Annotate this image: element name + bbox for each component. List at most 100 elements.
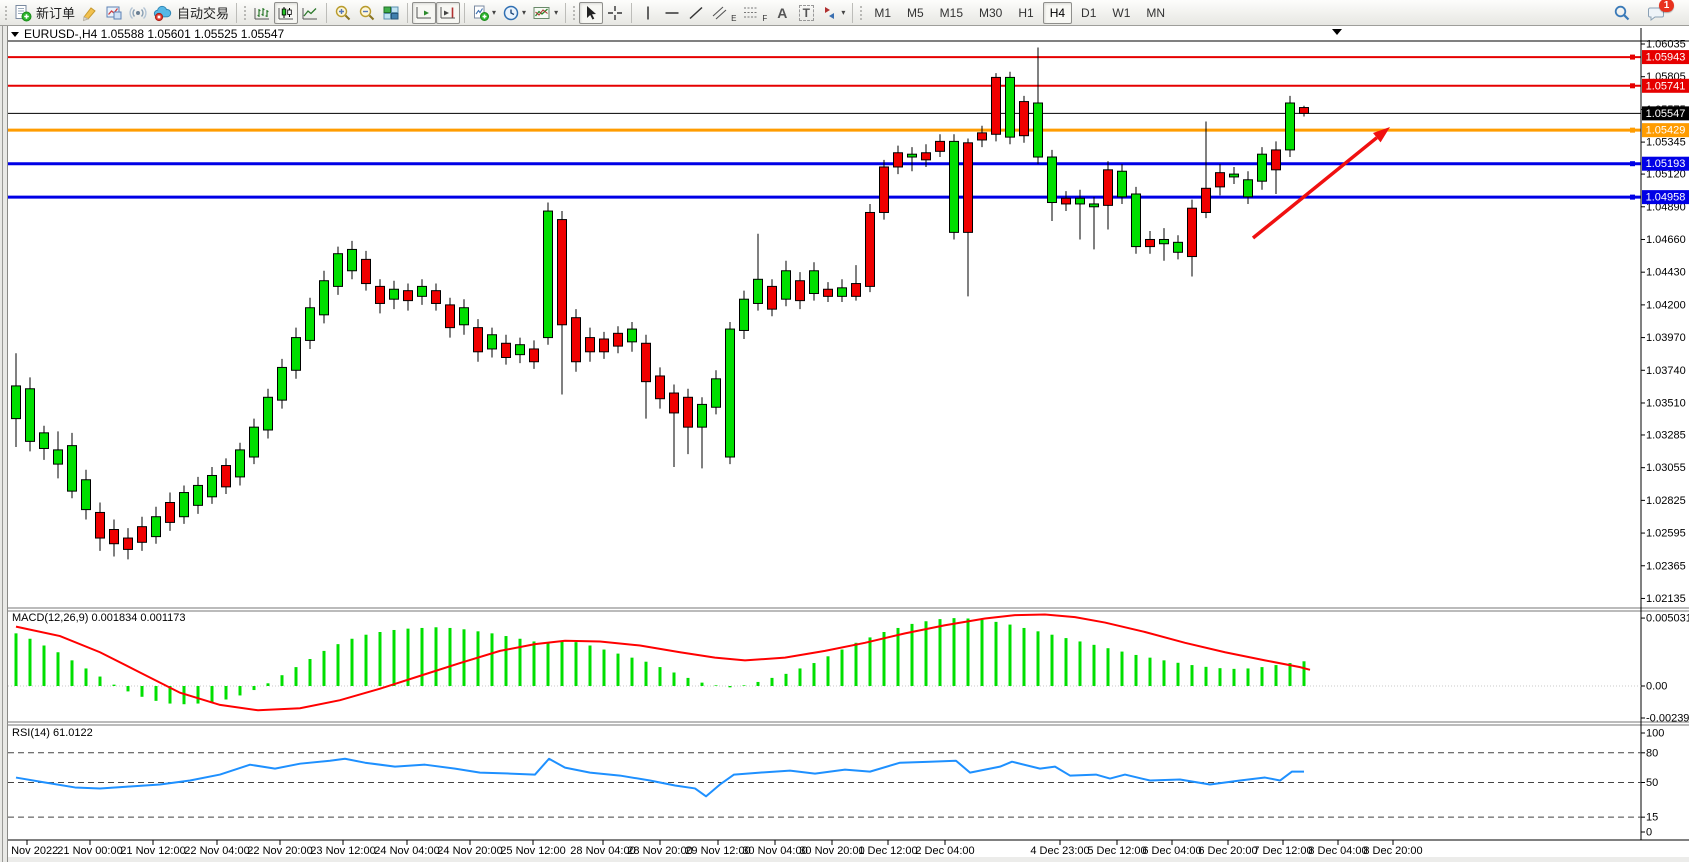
rsi-scale-label: 50 [1646, 777, 1658, 789]
line-endpoint-marker[interactable] [1630, 128, 1635, 133]
candle-body-bear [642, 343, 651, 381]
timeframe-group: M1M5M15M30H1H4D1W1MN [866, 2, 1173, 24]
auto-scroll-button[interactable] [412, 2, 436, 24]
trendline-tool-button[interactable] [684, 2, 708, 24]
candle-body-bull [208, 475, 217, 496]
timeframe-button-W1[interactable]: W1 [1105, 2, 1137, 24]
line-chart-icon [301, 4, 319, 22]
dropdown-caret: ▾ [554, 8, 558, 17]
line-endpoint-marker[interactable] [1630, 83, 1635, 88]
price-badge-label: 1.05741 [1646, 80, 1686, 92]
templates-button[interactable]: ▾ [529, 2, 561, 24]
candle-body-bear [404, 291, 413, 301]
timeframe-button-M15[interactable]: M15 [933, 2, 970, 24]
timeframe-button-M5[interactable]: M5 [900, 2, 931, 24]
bar-chart-button[interactable] [250, 2, 274, 24]
new-order-button[interactable]: 新订单 [11, 2, 78, 24]
chart-window[interactable]: 1.060351.058051.055751.053451.051201.048… [0, 0, 1689, 862]
candle-body-bull [26, 389, 35, 442]
price-badge-label: 1.05547 [1646, 108, 1686, 120]
date-label: 4 Dec 23:00 [1030, 845, 1089, 857]
horizontal-line-icon [663, 4, 681, 22]
timeframe-button-MN[interactable]: MN [1139, 2, 1172, 24]
candle-body-bull [40, 433, 49, 449]
tile-windows-icon [382, 4, 400, 22]
autotrading-icon [153, 4, 173, 22]
text-tool-button[interactable]: A [770, 2, 794, 24]
rsi-scale-label: 80 [1646, 747, 1658, 759]
crayon-tool-button[interactable] [78, 2, 102, 24]
timeframe-button-M30[interactable]: M30 [972, 2, 1009, 24]
candle-body-bull [292, 338, 301, 371]
candle-body-bull [1118, 171, 1127, 197]
toolbar-separator [236, 3, 237, 23]
price-chart-canvas[interactable]: 1.060351.058051.055751.053451.051201.048… [0, 0, 1689, 862]
toolbar-grip[interactable] [3, 4, 8, 22]
candle-body-bear [558, 220, 567, 325]
fibonacci-tool-button[interactable]: F [739, 2, 770, 24]
autotrading-button[interactable]: 自动交易 [150, 2, 232, 24]
chart-profile-button[interactable] [102, 2, 126, 24]
zoom-out-button[interactable] [355, 2, 379, 24]
new-order-icon [14, 4, 32, 22]
candle-body-bull [82, 480, 91, 510]
cursor-tool-button[interactable] [579, 2, 603, 24]
date-label: 8 Dec 04:00 [1308, 845, 1367, 857]
chart-shift-button[interactable] [436, 2, 460, 24]
channel-icon [711, 4, 731, 22]
line-endpoint-marker[interactable] [1630, 161, 1635, 166]
candle-body-bear [1188, 208, 1197, 256]
timeframe-button-M1[interactable]: M1 [867, 2, 898, 24]
price-badge-label: 1.05193 [1646, 158, 1686, 170]
toolbar-grip[interactable] [858, 4, 863, 22]
timeframe-button-H1[interactable]: H1 [1011, 2, 1040, 24]
candle-body-bull [54, 450, 63, 464]
candle-body-bull [1076, 198, 1085, 204]
line-endpoint-marker[interactable] [1630, 55, 1635, 60]
clock-icon [502, 4, 520, 22]
tile-windows-button[interactable] [379, 2, 403, 24]
toolbar-grip[interactable] [571, 4, 576, 22]
toolbar-separator [631, 3, 632, 23]
candlestick-chart-button[interactable] [274, 2, 298, 24]
price-tick-label: 1.02825 [1646, 495, 1686, 507]
vertical-line-tool-button[interactable] [636, 2, 660, 24]
timeframe-button-D1[interactable]: D1 [1074, 2, 1103, 24]
price-tick-label: 1.04430 [1646, 267, 1686, 279]
rsi-scale-label: 15 [1646, 812, 1658, 824]
candle-body-bull [334, 254, 343, 287]
candle-body-bull [1230, 174, 1239, 177]
price-tick-label: 1.03740 [1646, 365, 1686, 377]
notifications-button[interactable]: 1 [1644, 2, 1669, 24]
candle-body-bear [922, 153, 931, 160]
candle-body-bear [530, 349, 539, 362]
toolbar-separator [464, 3, 465, 23]
toolbar-right-group: 1 [1610, 2, 1683, 24]
candle-body-bear [166, 502, 175, 522]
timeframe-button-H4[interactable]: H4 [1043, 2, 1072, 24]
candle-body-bull [628, 329, 637, 342]
chart-title: EURUSD-,H4 1.05588 1.05601 1.05525 1.055… [24, 27, 285, 41]
line-endpoint-marker[interactable] [1630, 195, 1635, 200]
search-button[interactable] [1610, 2, 1634, 24]
candle-body-bull [1090, 204, 1099, 207]
trendline-icon [687, 4, 705, 22]
zoom-in-button[interactable] [331, 2, 355, 24]
candle-body-bear [96, 512, 105, 538]
equidistant-channel-tool-button[interactable]: E [708, 2, 739, 24]
text-label-tool-button[interactable]: T [794, 2, 818, 24]
price-tick-label: 1.06035 [1646, 39, 1686, 51]
arrows-tool-button[interactable]: ▾ [818, 2, 848, 24]
toolbar-grip[interactable] [242, 4, 247, 22]
periods-button[interactable]: ▾ [499, 2, 529, 24]
indicators-button[interactable]: ▾ [469, 2, 499, 24]
horizontal-line-tool-button[interactable] [660, 2, 684, 24]
crosshair-tool-button[interactable] [603, 2, 627, 24]
line-chart-button[interactable] [298, 2, 322, 24]
window-splitter[interactable] [0, 26, 8, 862]
candle-body-bear [1104, 170, 1113, 206]
candle-body-bear [362, 259, 371, 283]
news-feed-button[interactable] [126, 2, 150, 24]
price-tick-label: 1.03055 [1646, 462, 1686, 474]
price-badge-label: 1.05429 [1646, 125, 1686, 137]
